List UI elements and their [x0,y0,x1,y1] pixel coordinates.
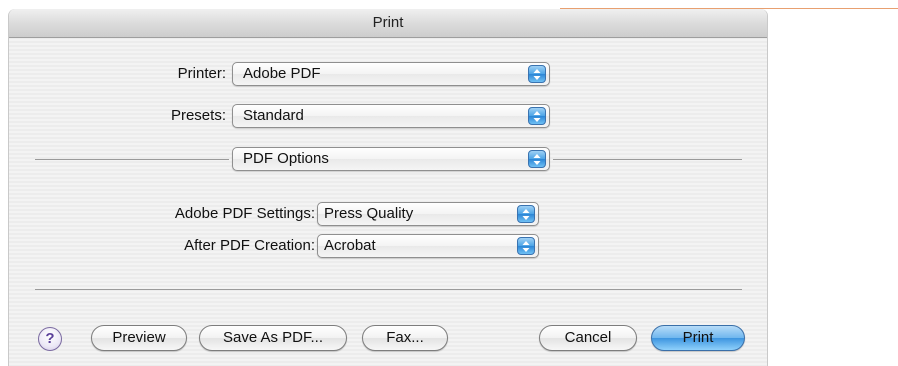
popup-arrows-icon [517,205,535,223]
printer-popup[interactable]: Adobe PDF [232,62,550,86]
popup-arrows-icon [528,107,546,125]
section-value: PDF Options [243,150,329,167]
popup-arrows-icon [528,65,546,83]
pdf-settings-label: Adobe PDF Settings: [174,205,315,222]
after-creation-label: After PDF Creation: [184,237,315,254]
print-dialog: Print Printer: Adobe PDF Presets: Standa… [8,9,768,366]
section-line-left [35,159,229,160]
print-button[interactable]: Print [651,325,745,351]
printer-label: Printer: [177,65,226,82]
presets-label: Presets: [170,107,226,124]
fax-button[interactable]: Fax... [362,325,448,351]
section-line-right [553,159,742,160]
after-creation-popup[interactable]: Acrobat [317,234,539,258]
presets-popup[interactable]: Standard [232,104,550,128]
pdf-settings-popup[interactable]: Press Quality [317,202,539,226]
printer-value: Adobe PDF [243,65,321,82]
after-creation-value: Acrobat [324,237,376,254]
presets-value: Standard [243,107,304,124]
save-as-pdf-button[interactable]: Save As PDF... [199,325,347,351]
pdf-settings-value: Press Quality [324,205,414,222]
window-title: Print [9,9,767,38]
bottom-separator [35,289,742,290]
popup-arrows-icon [517,237,535,255]
section-popup[interactable]: PDF Options [232,147,550,171]
cancel-button[interactable]: Cancel [539,325,637,351]
popup-arrows-icon [528,150,546,168]
help-button[interactable]: ? [38,327,62,351]
preview-button[interactable]: Preview [91,325,187,351]
